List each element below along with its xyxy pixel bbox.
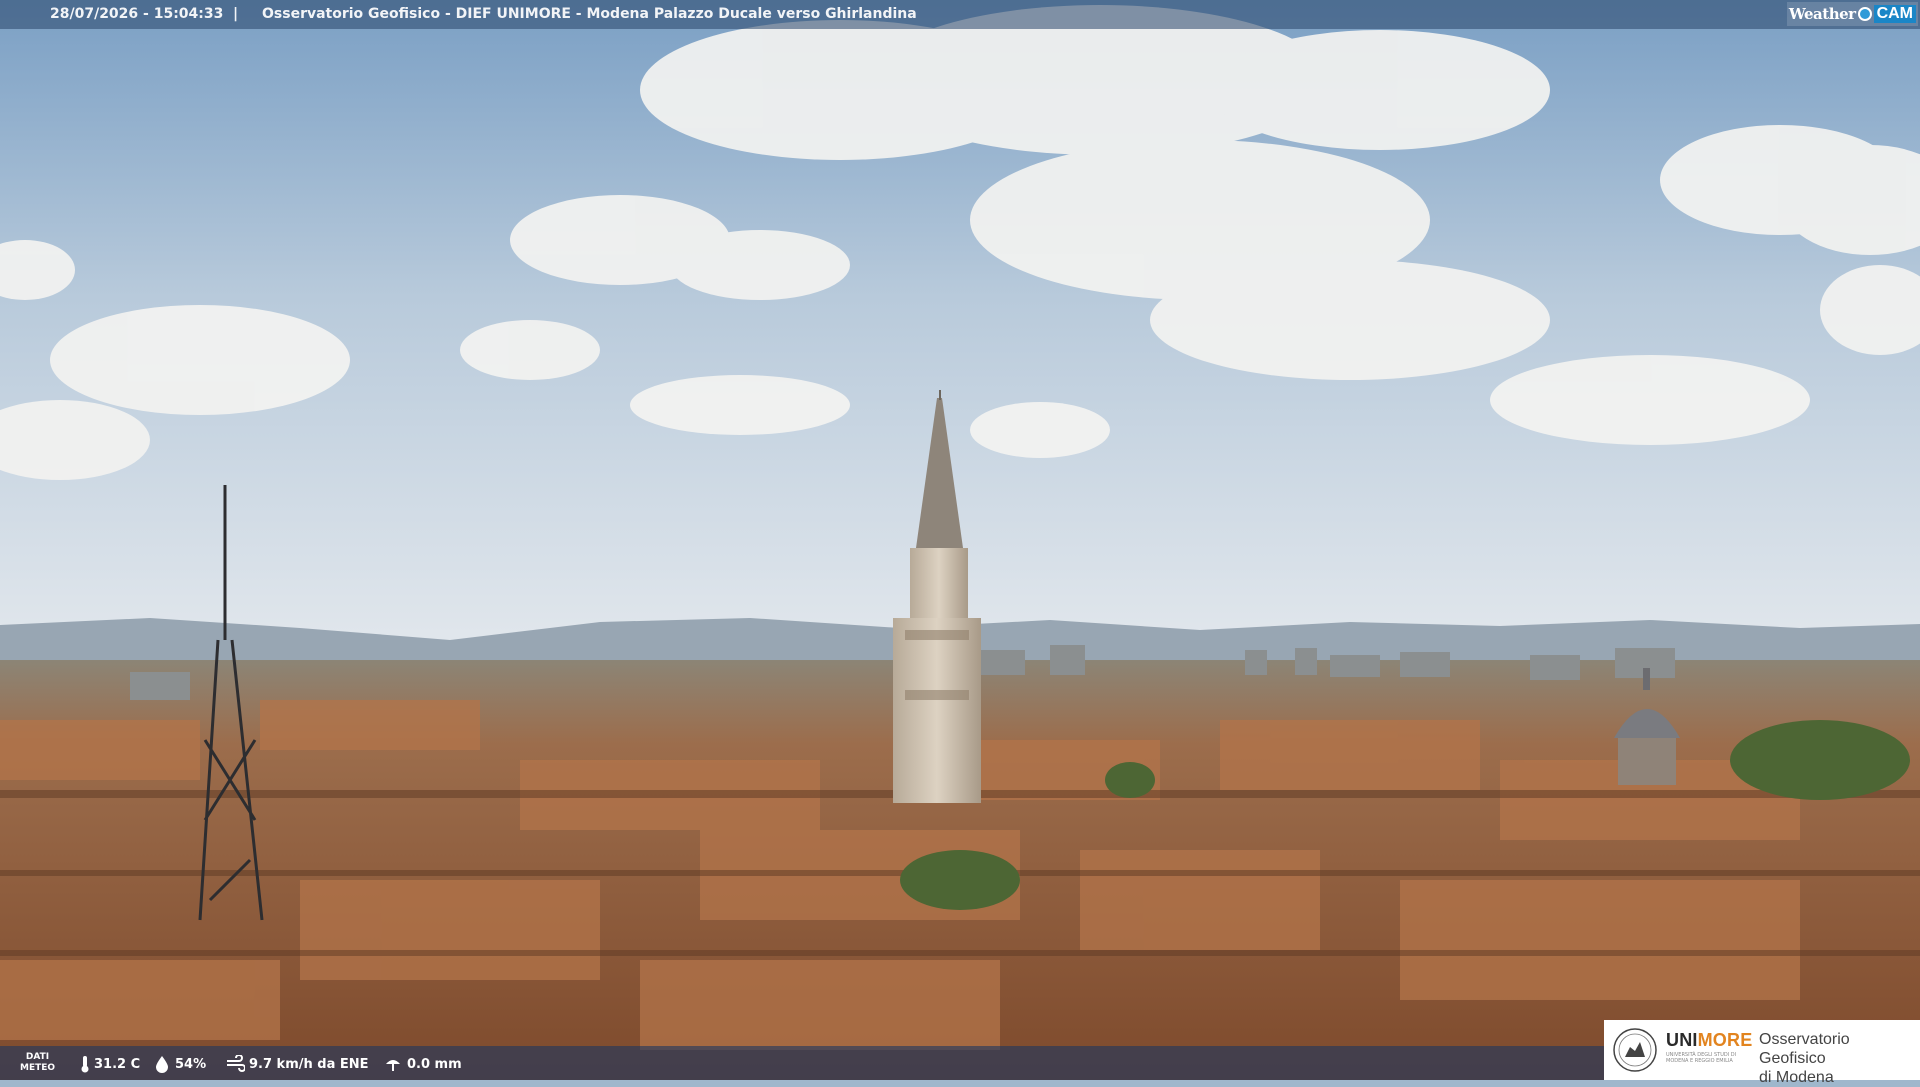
humidity-icon	[156, 1056, 168, 1073]
temperature-item: 31.2 C	[80, 1055, 140, 1073]
camera-caption: Osservatorio Geofisico - DIEF UNIMORE - …	[262, 6, 917, 22]
weathercam-dot-icon	[1857, 7, 1872, 21]
unimore-seal-icon	[1613, 1028, 1657, 1072]
thermometer-icon	[81, 1056, 89, 1073]
weathercam-logo: Weather CAM	[1786, 2, 1918, 26]
webcam-image	[0, 0, 1920, 1080]
wind-item: 9.7 km/h da ENE	[225, 1055, 369, 1073]
humidity-item: 54%	[153, 1055, 206, 1073]
unimore-name: UNIMORE	[1666, 1030, 1753, 1050]
rain-gauge-icon	[386, 1060, 400, 1071]
cam-label: CAM	[1873, 5, 1916, 23]
rain-item: 0.0 mm	[383, 1055, 462, 1073]
dati-meteo-label: DATI METEO	[20, 1052, 56, 1073]
timestamp: 28/07/2026 - 15:04:33	[50, 6, 224, 22]
observatory-name: Osservatorio Geofisico di Modena	[1759, 1031, 1850, 1086]
humidity-value: 54%	[175, 1056, 207, 1072]
rain-value: 0.0 mm	[407, 1056, 462, 1072]
wind-value: 9.7 km/h da ENE	[249, 1056, 369, 1072]
weather-data-bar: DATI METEO 31.2 C 54% 9.7 km/h da ENE 0.…	[0, 1046, 1604, 1080]
unimore-subtitle: UNIVERSITÀ DEGLI STUDI DI MODENA E REGGI…	[1666, 1052, 1737, 1064]
header-separator: |	[233, 6, 239, 22]
weather-label: Weather	[1788, 5, 1856, 23]
header-bar: 28/07/2026 - 15:04:33 | Osservatorio Geo…	[0, 0, 1920, 29]
temperature-value: 31.2 C	[94, 1056, 141, 1072]
wind-icon	[227, 1055, 245, 1072]
unimore-logo-box: UNIMORE UNIVERSITÀ DEGLI STUDI DI MODENA…	[1604, 1020, 1920, 1086]
